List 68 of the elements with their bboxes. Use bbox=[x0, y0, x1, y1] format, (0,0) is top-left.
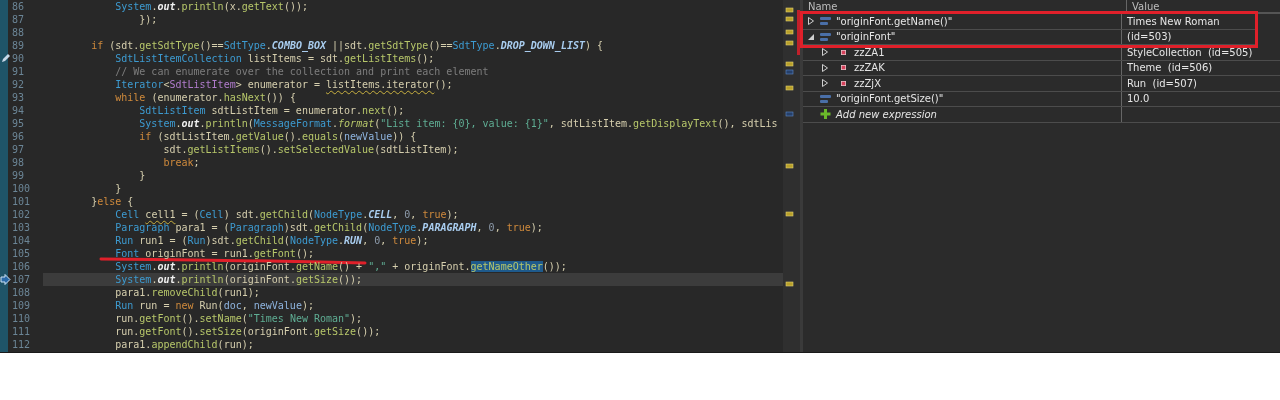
line-number: 86 bbox=[12, 0, 26, 13]
code-line: break; bbox=[162, 156, 200, 169]
line-number: 96 bbox=[12, 130, 26, 143]
line-number: 94 bbox=[12, 104, 26, 117]
column-header[interactable]: Name bbox=[803, 1, 1126, 12]
line-number: 100 bbox=[12, 182, 32, 195]
code-line: System.out.println(originFont.getSize()); bbox=[114, 273, 363, 286]
line-number: 110 bbox=[12, 312, 32, 325]
expression-value: Run (id=507) bbox=[1127, 77, 1197, 89]
code-line: Run run1 = (Run)sdt.getChild(NodeType.RUN, 0, true); bbox=[114, 234, 429, 247]
code-line: Run run = new Run(doc, newValue); bbox=[114, 299, 314, 312]
line-number: 98 bbox=[12, 156, 26, 169]
code-line: run.getFont().setName("Times New Roman"); bbox=[114, 312, 363, 325]
line-number: 112 bbox=[12, 338, 32, 351]
code-line: while (enumerator.hasNext()) { bbox=[114, 91, 296, 104]
line-number: 107 bbox=[12, 273, 32, 286]
code-line: run.getFont().setSize(originFont.getSize()); bbox=[114, 325, 381, 338]
expression-name: zzZA1 bbox=[854, 46, 885, 58]
line-number: 101 bbox=[12, 195, 32, 208]
code-line: if (sdtListItem.getValue().equals(newValue)) { bbox=[138, 130, 417, 143]
line-number: 87 bbox=[12, 13, 26, 26]
code-line: }else { bbox=[90, 195, 134, 208]
expression-name: "originFont.getSize()" bbox=[836, 93, 944, 105]
line-number: 92 bbox=[12, 78, 26, 91]
expression-value: StyleCollection (id=505) bbox=[1127, 46, 1253, 58]
expression-value: Times New Roman bbox=[1127, 15, 1220, 27]
code-line: System.out.println(originFont.getName() + "," + originFont.getNameOther()); bbox=[114, 260, 567, 273]
line-number: 102 bbox=[12, 208, 32, 221]
expression-value: Theme (id=506) bbox=[1127, 62, 1213, 74]
code-line: Cell cell1 = (Cell) sdt.getChild(NodeType.CELL, 0, true); bbox=[114, 208, 459, 221]
code-line: para1.removeChild(run1); bbox=[114, 286, 260, 299]
line-number: 97 bbox=[12, 143, 26, 156]
column-header[interactable]: Value bbox=[1127, 1, 1280, 12]
expression-name: zzZAK bbox=[854, 62, 885, 74]
code-line: para1.appendChild(run); bbox=[114, 338, 254, 351]
line-number: 90 bbox=[12, 52, 26, 65]
line-number: 104 bbox=[12, 234, 32, 247]
code-line: sdt.getListItems().setSelectedValue(sdtListItem); bbox=[162, 143, 459, 156]
code-line: }); bbox=[138, 13, 158, 26]
line-number: 109 bbox=[12, 299, 32, 312]
code-line: } bbox=[138, 169, 146, 182]
expression-name: zzZjX bbox=[854, 77, 881, 89]
line-number: 89 bbox=[12, 39, 26, 52]
code-line: SdtListItemCollection listItems = sdt.getListItems(); bbox=[114, 52, 435, 65]
code-line: } bbox=[114, 182, 122, 195]
line-number: 91 bbox=[12, 65, 26, 78]
expression-name: "originFont.getName()" bbox=[836, 15, 953, 27]
line-number: 88 bbox=[12, 26, 26, 39]
line-number: 99 bbox=[12, 169, 26, 182]
line-number: 105 bbox=[12, 247, 32, 260]
code-line: if (sdt.getSdtType()==SdtType.COMBO_BOX ||sdt.getSdtType()==SdtType.DROP_DOWN_LIST) { bbox=[90, 39, 604, 52]
code-line: // We can enumerate over the collection and print each element bbox=[114, 65, 489, 78]
line-number: 111 bbox=[12, 325, 32, 338]
line-number: 93 bbox=[12, 91, 26, 104]
code-line: Paragraph para1 = (Paragraph)sdt.getChild(NodeType.PARAGRAPH, 0, true); bbox=[114, 221, 543, 234]
code-line: Font originFont = run1.getFont(); bbox=[114, 247, 314, 260]
expression-name: "originFont" bbox=[836, 31, 896, 43]
expression-value: 10.0 bbox=[1127, 93, 1150, 105]
add-expression-link[interactable]: Add new expression bbox=[836, 108, 937, 120]
line-number: 103 bbox=[12, 221, 32, 234]
line-number: 106 bbox=[12, 260, 32, 273]
code-line: SdtListItem sdtListItem = enumerator.next(); bbox=[138, 104, 405, 117]
code-line: System.out.println(x.getText()); bbox=[114, 0, 308, 13]
line-number: 95 bbox=[12, 117, 26, 130]
line-number: 108 bbox=[12, 286, 32, 299]
code-line: Iterator<SdtListItem> enumerator = listItems.iterator(); bbox=[114, 78, 453, 91]
code-line: System.out.println(MessageFormat.format("List item: {0}, value: {1}", sdtListItem.getDisplayText(), sdtLis bbox=[138, 117, 778, 130]
expression-value: (id=503) bbox=[1127, 31, 1172, 43]
